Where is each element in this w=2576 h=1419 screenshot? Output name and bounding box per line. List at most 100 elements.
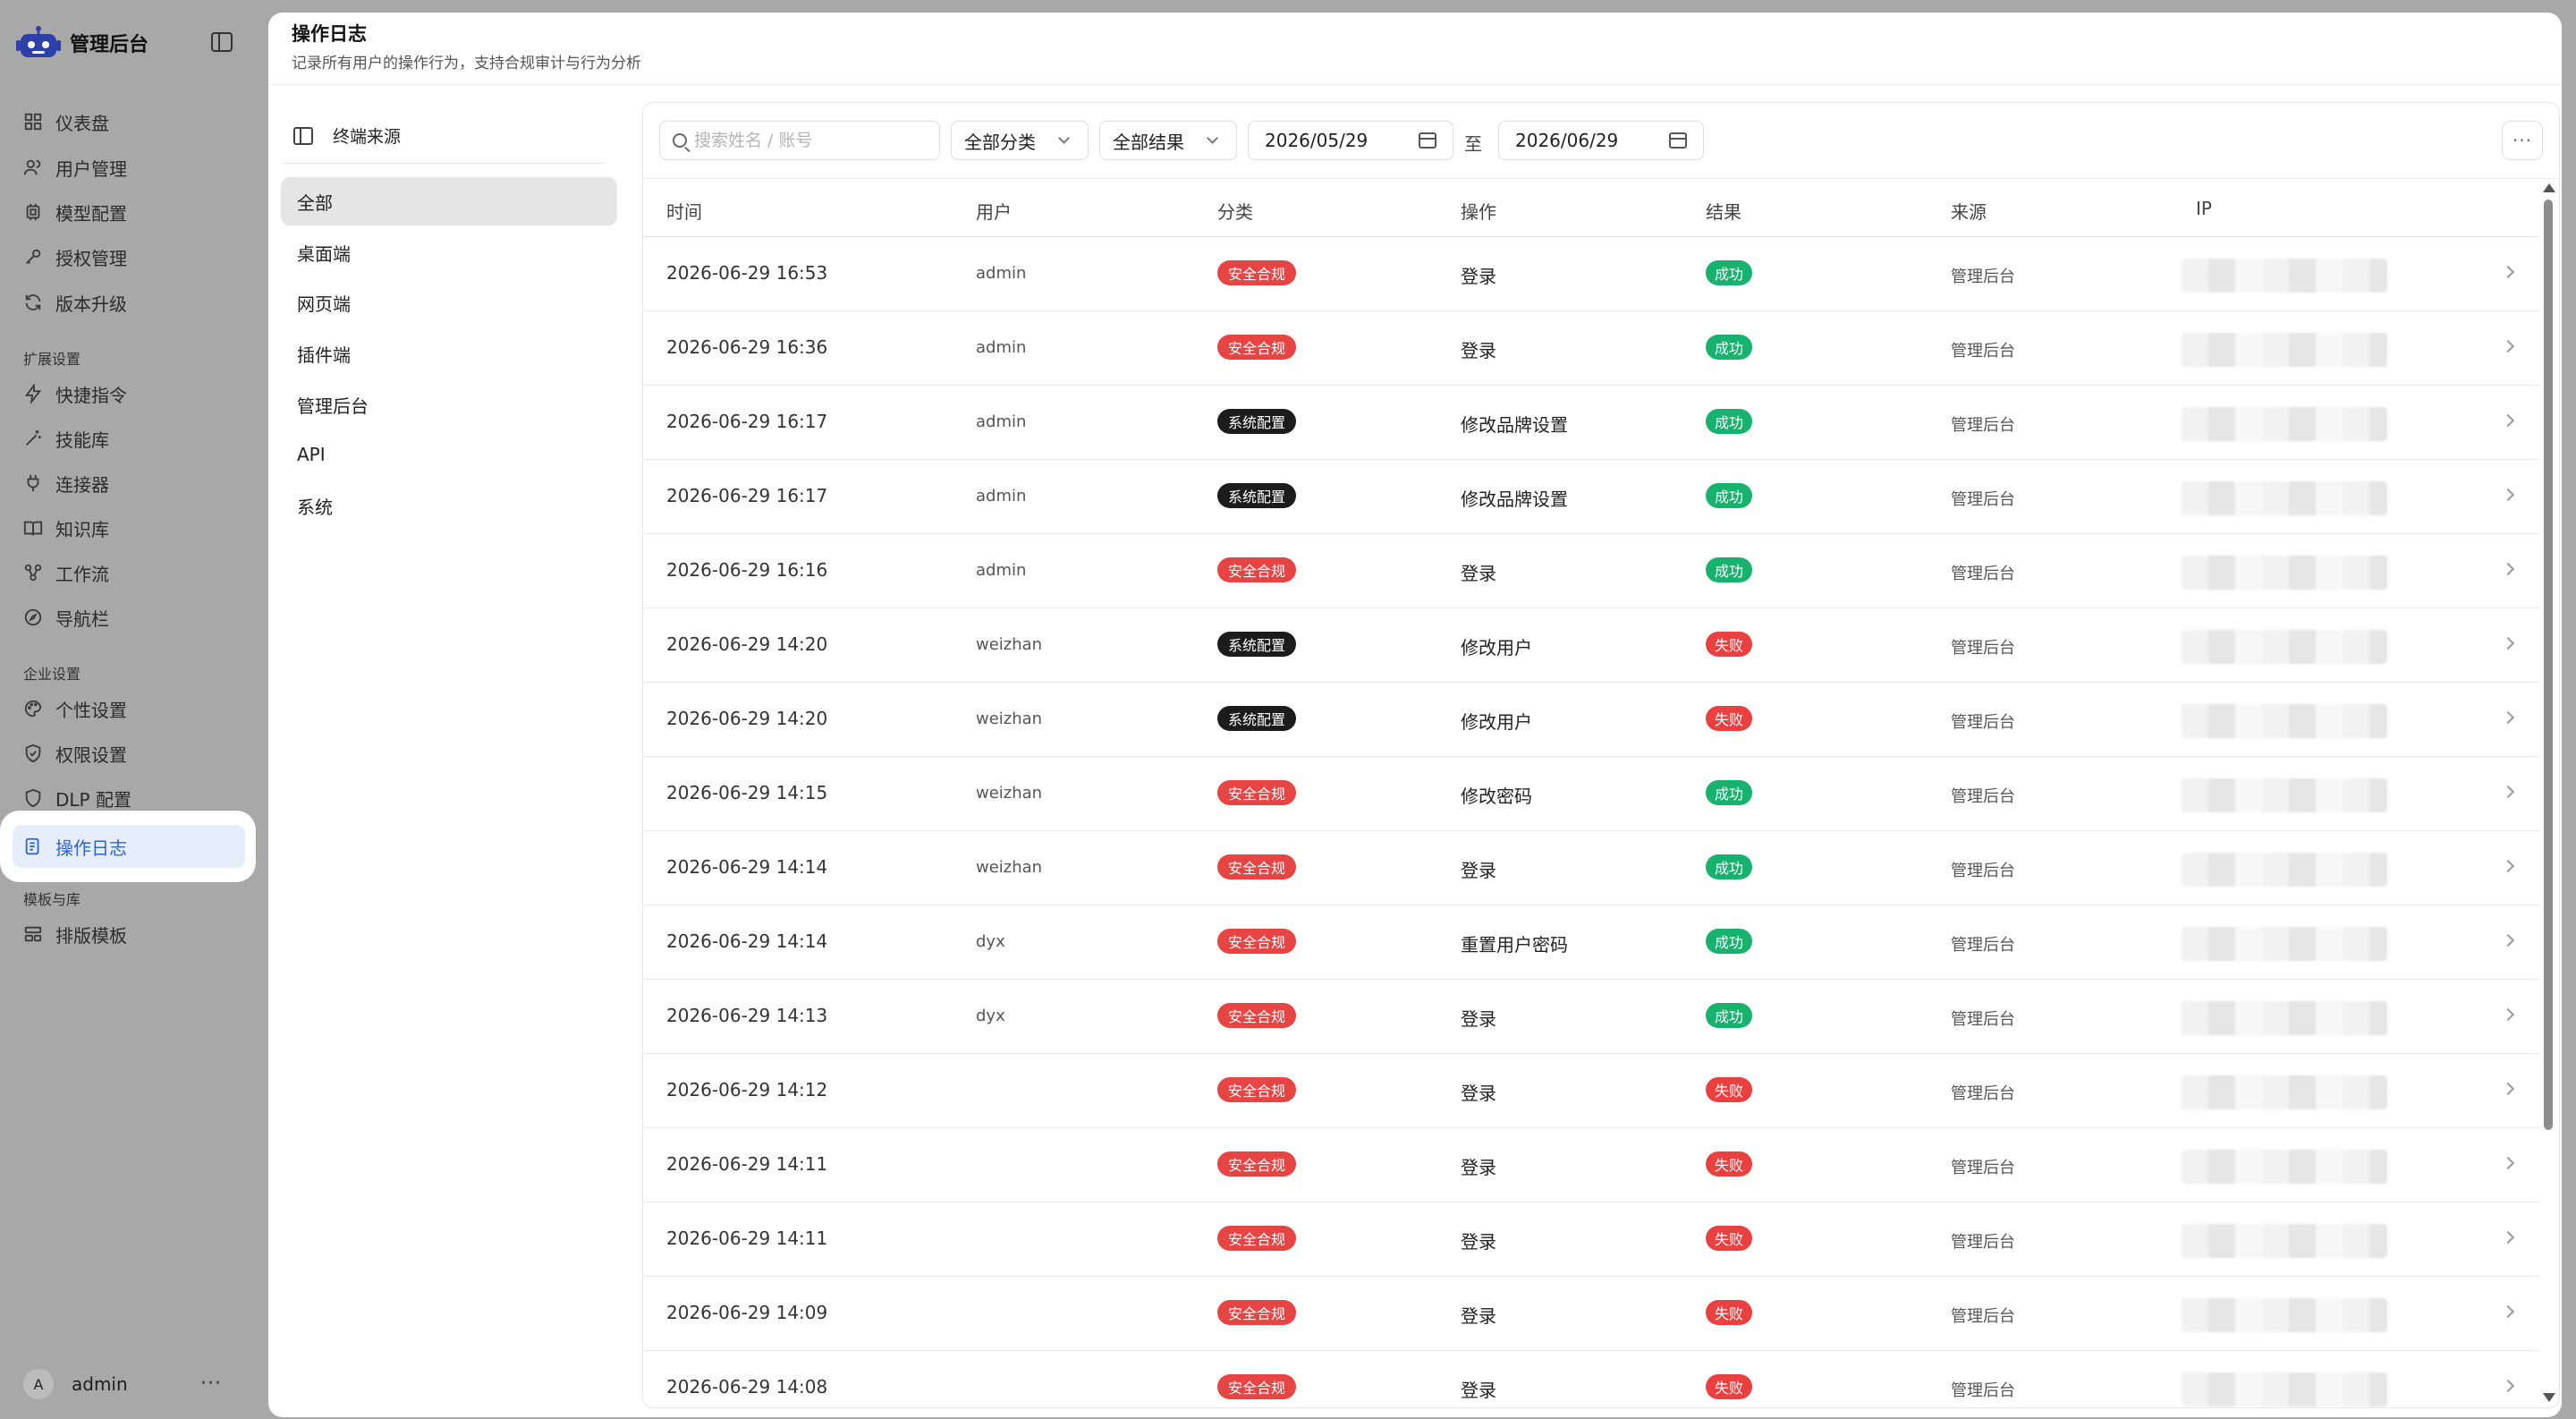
table-row[interactable]: 2026-06-29 14:11 安全合规 登录 失败 管理后台 <box>643 1202 2539 1277</box>
sidebar-item-lightning[interactable]: 快捷指令 <box>13 374 247 413</box>
filter-item[interactable]: 网页端 <box>281 278 617 327</box>
filter-item[interactable]: 桌面端 <box>281 228 617 276</box>
cell-operation: 修改密码 <box>1461 786 1532 807</box>
category-badge: 安全合规 <box>1217 335 1297 360</box>
filter-item[interactable]: 管理后台 <box>281 380 617 429</box>
scroll-up-icon[interactable] <box>2543 183 2555 192</box>
chevron-right-icon[interactable] <box>2501 562 2515 576</box>
cell-time: 2026-06-29 14:12 <box>666 1079 828 1100</box>
chevron-right-icon[interactable] <box>2501 710 2515 725</box>
chevron-right-icon[interactable] <box>2501 488 2515 502</box>
table-row[interactable]: 2026-06-29 16:53 admin 安全合规 登录 成功 管理后台 <box>643 237 2539 311</box>
filter-item[interactable]: 系统 <box>281 481 617 530</box>
chevron-right-icon[interactable] <box>2501 859 2515 873</box>
sidebar-item-operation-log[interactable]: 操作日志 <box>13 825 245 868</box>
date-from-input[interactable]: 2026/05/29 <box>1248 121 1453 160</box>
column-header-result[interactable]: 结果 <box>1706 198 1741 224</box>
table-row[interactable]: 2026-06-29 14:11 安全合规 登录 失败 管理后台 <box>643 1128 2539 1202</box>
search-box[interactable] <box>659 121 940 160</box>
calendar-icon[interactable] <box>1419 132 1436 149</box>
sidebar-item-users[interactable]: 用户管理 <box>13 148 247 187</box>
table-header: 时间 用户 分类 操作 结果 来源 IP <box>643 180 2539 237</box>
chevron-right-icon[interactable] <box>2501 1379 2515 1393</box>
sidebar-item-key[interactable]: 授权管理 <box>13 237 247 276</box>
result-badge: 成功 <box>1706 335 1753 360</box>
table-row[interactable]: 2026-06-29 14:13 dyx 安全合规 登录 成功 管理后台 <box>643 980 2539 1054</box>
result-select[interactable]: 全部结果 <box>1099 121 1237 160</box>
chevron-right-icon[interactable] <box>2501 636 2515 650</box>
table-row[interactable]: 2026-06-29 14:14 dyx 安全合规 重置用户密码 成功 管理后台 <box>643 905 2539 980</box>
scrollbar-thumb[interactable] <box>2544 200 2553 1130</box>
sidebar-collapse-icon[interactable] <box>211 32 233 52</box>
column-header-source[interactable]: 来源 <box>1951 198 1987 224</box>
panel-icon[interactable] <box>293 126 313 145</box>
scroll-down-icon[interactable] <box>2543 1393 2555 1402</box>
chevron-right-icon[interactable] <box>2501 339 2515 353</box>
column-header-time[interactable]: 时间 <box>666 198 702 224</box>
result-badge: 成功 <box>1706 483 1753 508</box>
table-row[interactable]: 2026-06-29 14:20 weizhan 系统配置 修改用户 失败 管理后台 <box>643 608 2539 683</box>
cell-operation: 登录 <box>1461 266 1496 287</box>
cell-user: weizhan <box>976 635 1043 654</box>
page-title: 操作日志 <box>292 23 367 45</box>
chevron-right-icon[interactable] <box>2501 1304 2515 1319</box>
sidebar-item-layout[interactable]: 排版模板 <box>13 914 247 954</box>
sidebar-item-chip[interactable]: 模型配置 <box>13 192 247 232</box>
sidebar-item-compass[interactable]: 导航栏 <box>13 598 247 637</box>
table-row[interactable]: 2026-06-29 14:09 安全合规 登录 失败 管理后台 <box>643 1277 2539 1351</box>
sidebar-item-wand[interactable]: 技能库 <box>13 419 247 458</box>
cell-ip-redacted <box>2182 481 2387 515</box>
palette-icon <box>23 699 43 718</box>
sidebar-item-palette[interactable]: 个性设置 <box>13 689 247 728</box>
chevron-right-icon[interactable] <box>2501 1156 2515 1170</box>
category-select-value: 全部分类 <box>964 131 1036 153</box>
filter-item[interactable]: 全部 <box>281 177 617 225</box>
filter-item[interactable]: 插件端 <box>281 329 617 378</box>
main-panel: 操作日志 记录所有用户的操作行为，支持合规审计与行为分析 终端来源 全部 桌面端网… <box>268 13 2562 1417</box>
divider <box>283 163 605 164</box>
table-row[interactable]: 2026-06-29 16:36 admin 安全合规 登录 成功 管理后台 <box>643 311 2539 386</box>
table-row[interactable]: 2026-06-29 16:17 admin 系统配置 修改品牌设置 成功 管理后台 <box>643 386 2539 460</box>
sidebar-item-plug[interactable]: 连接器 <box>13 463 247 503</box>
more-icon[interactable]: ··· <box>200 1372 222 1395</box>
table-row[interactable]: 2026-06-29 16:17 admin 系统配置 修改品牌设置 成功 管理后台 <box>643 460 2539 534</box>
column-header-category[interactable]: 分类 <box>1217 198 1253 224</box>
chevron-right-icon[interactable] <box>2501 1007 2515 1022</box>
sidebar-item-dashboard[interactable]: 仪表盘 <box>13 102 247 141</box>
cell-operation: 登录 <box>1461 860 1496 881</box>
table-row[interactable]: 2026-06-29 14:12 安全合规 登录 失败 管理后台 <box>643 1054 2539 1128</box>
more-options-button[interactable]: ··· <box>2502 121 2543 160</box>
sidebar-item-label: 仪表盘 <box>55 112 109 134</box>
sidebar-item-workflow[interactable]: 工作流 <box>13 553 247 592</box>
filter-item[interactable]: API <box>281 430 617 479</box>
brand[interactable]: 管理后台 <box>16 25 148 61</box>
column-header-user[interactable]: 用户 <box>976 198 1012 224</box>
chevron-right-icon[interactable] <box>2501 785 2515 799</box>
shield-icon <box>23 788 43 808</box>
sidebar-item-book[interactable]: 知识库 <box>13 508 247 548</box>
user-profile[interactable]: A admin <box>23 1369 128 1399</box>
chevron-right-icon[interactable] <box>2501 933 2515 947</box>
category-select[interactable]: 全部分类 <box>951 121 1089 160</box>
sidebar-item-shield-check[interactable]: 权限设置 <box>13 734 247 773</box>
table-row[interactable]: 2026-06-29 14:08 安全合规 登录 失败 管理后台 <box>643 1351 2539 1407</box>
table-row[interactable]: 2026-06-29 14:15 weizhan 安全合规 修改密码 成功 管理后台 <box>643 757 2539 831</box>
chevron-right-icon[interactable] <box>2501 413 2515 428</box>
table-row[interactable]: 2026-06-29 14:14 weizhan 安全合规 登录 成功 管理后台 <box>643 831 2539 905</box>
column-header-operation[interactable]: 操作 <box>1461 198 1496 224</box>
sidebar-item-refresh[interactable]: 版本升级 <box>13 283 247 322</box>
date-to-input[interactable]: 2026/06/29 <box>1498 121 1704 160</box>
plug-icon <box>23 473 43 493</box>
search-input[interactable] <box>694 131 936 150</box>
chevron-right-icon[interactable] <box>2501 1082 2515 1096</box>
result-badge: 失败 <box>1706 632 1753 657</box>
calendar-icon[interactable] <box>1669 132 1687 149</box>
chevron-right-icon[interactable] <box>2501 265 2515 279</box>
scrollbar[interactable] <box>2541 180 2555 1406</box>
cell-user: admin <box>976 338 1027 357</box>
cell-ip-redacted <box>2182 853 2387 887</box>
column-header-ip[interactable]: IP <box>2196 198 2212 219</box>
table-row[interactable]: 2026-06-29 16:16 admin 安全合规 登录 成功 管理后台 <box>643 534 2539 608</box>
table-row[interactable]: 2026-06-29 14:20 weizhan 系统配置 修改用户 失败 管理后台 <box>643 683 2539 757</box>
chevron-right-icon[interactable] <box>2501 1230 2515 1245</box>
